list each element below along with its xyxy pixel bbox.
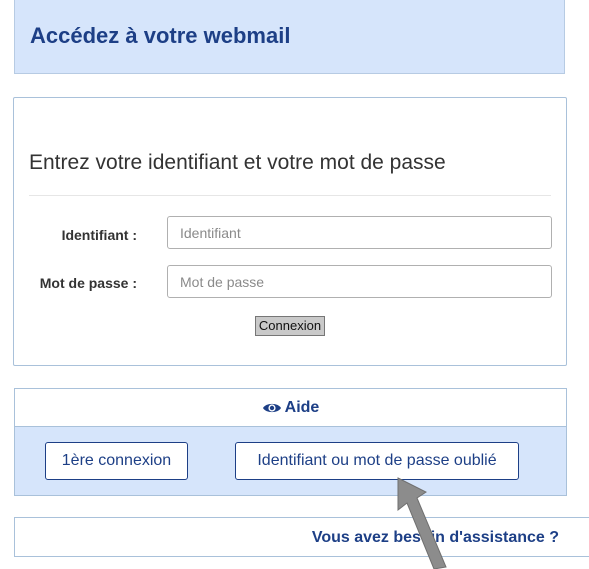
forgot-credentials-button[interactable]: Identifiant ou mot de passe oublié: [235, 442, 519, 480]
assistance-panel[interactable]: Vous avez besoin d'assistance ?: [14, 517, 589, 557]
login-divider: [29, 195, 551, 196]
first-login-button[interactable]: 1ère connexion: [45, 442, 188, 480]
page-title: Accédez à votre webmail: [30, 23, 291, 48]
username-input[interactable]: [167, 216, 552, 249]
connexion-button[interactable]: Connexion: [255, 316, 325, 336]
password-input[interactable]: [167, 265, 552, 298]
aide-title: Aide: [284, 398, 320, 416]
header-panel: Accédez à votre webmail: [14, 0, 565, 74]
aide-panel: Aide 1ère connexion Identifiant ou mot d…: [14, 388, 567, 496]
assistance-label: Vous avez besoin d'assistance ?: [311, 529, 559, 546]
username-label: Identifiant :: [61, 227, 137, 243]
password-label: Mot de passe :: [39, 275, 137, 291]
eye-icon: [262, 401, 282, 415]
login-panel: Entrez votre identifiant et votre mot de…: [13, 97, 567, 366]
aide-header[interactable]: Aide: [15, 389, 566, 427]
login-title: Entrez votre identifiant et votre mot de…: [29, 151, 446, 174]
